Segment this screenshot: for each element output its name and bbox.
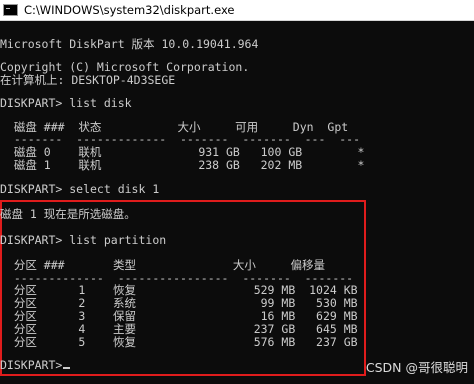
window-title: C:\WINDOWS\system32\diskpart.exe — [24, 3, 235, 17]
command-prompt[interactable]: DISKPART> — [0, 359, 69, 372]
computer-line: 在计算机上: DESKTOP-4D3SEGE — [0, 73, 176, 87]
console-output[interactable]: Microsoft DiskPart 版本 10.0.19041.964 Cop… — [0, 22, 474, 384]
watermark-text: CSDN @哥很聪明 — [365, 360, 468, 375]
disk-table-row: 磁盘 1 联机 238 GB 202 MB * — [0, 158, 365, 172]
command-list-partition: DISKPART> list partition — [0, 233, 167, 247]
command-select-disk: DISKPART> select disk 1 — [0, 182, 160, 196]
version-line: Microsoft DiskPart 版本 10.0.19041.964 — [0, 37, 259, 51]
select-result-message: 磁盘 1 现在是所选磁盘。 — [0, 207, 136, 221]
console-app-icon — [3, 4, 18, 16]
window-titlebar[interactable]: C:\WINDOWS\system32\diskpart.exe — [0, 0, 474, 21]
partition-table-row: 分区 5 恢复 576 MB 237 GB — [0, 335, 358, 349]
text-cursor — [63, 367, 70, 369]
command-list-disk: DISKPART> list disk — [0, 96, 132, 110]
